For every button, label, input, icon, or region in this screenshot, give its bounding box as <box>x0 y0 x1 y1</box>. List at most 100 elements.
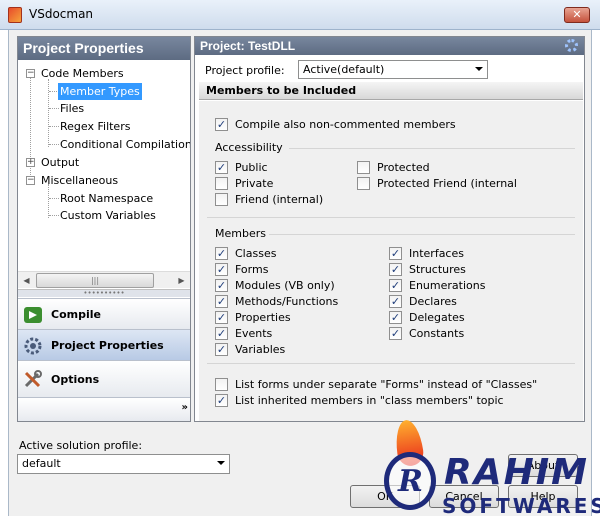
window-title: VSdocman <box>29 7 94 21</box>
solution-profile-value: default <box>22 457 61 470</box>
checkbox-label: Methods/Functions <box>235 295 339 308</box>
gear-icon <box>24 337 42 355</box>
nav-more-button[interactable]: » <box>18 397 190 421</box>
checkbox-box: ✓ <box>215 118 228 131</box>
nav-compile-label: Compile <box>51 308 101 321</box>
nav-options-label: Options <box>51 373 100 386</box>
cancel-button[interactable]: Cancel <box>429 485 499 508</box>
collapse-icon[interactable]: − <box>26 69 35 78</box>
checkbox-box: ✓ <box>215 161 228 174</box>
checkbox-box: ✓ <box>215 343 228 356</box>
tree-item-root-namespace[interactable]: Root Namespace <box>60 190 153 207</box>
checkbox-box <box>357 177 370 190</box>
tree-line <box>49 144 59 145</box>
close-button[interactable]: ✕ <box>564 7 590 23</box>
help-button[interactable]: Help <box>508 485 578 508</box>
checkbox-label: Compile also non-commented members <box>235 118 456 131</box>
group-divider <box>207 363 575 364</box>
checkbox-box: ✓ <box>389 327 402 340</box>
scrollbar-thumb[interactable]: ||| <box>36 273 154 288</box>
compile-arrow-icon <box>24 307 42 323</box>
checkbox-label: Private <box>235 177 274 190</box>
solution-profile-dropdown[interactable]: default <box>17 454 230 474</box>
tree-item-code-members[interactable]: Code Members <box>41 65 124 82</box>
group-divider <box>289 148 575 149</box>
tree-line <box>49 126 59 127</box>
scroll-right-icon[interactable]: ▶ <box>173 272 190 289</box>
checkbox-box: ✓ <box>389 279 402 292</box>
checkbox-box <box>215 193 228 206</box>
checkbox-box: ✓ <box>389 263 402 276</box>
collapse-icon[interactable]: − <box>26 176 35 185</box>
checkbox-box: ✓ <box>215 311 228 324</box>
right-panel: Project: TestDLL Project profile: Active… <box>194 36 585 422</box>
accessibility-group-title: Accessibility <box>215 141 283 154</box>
members-settings-body: ✓ Compile also non-commented members Acc… <box>199 101 583 421</box>
checkbox-box: ✓ <box>389 247 402 260</box>
checkbox-label: Enumerations <box>409 279 486 292</box>
horizontal-scrollbar[interactable]: ◀ ||| ▶ <box>18 271 190 288</box>
checkbox-box: ✓ <box>389 311 402 324</box>
checkbox-label: Protected <box>377 161 430 174</box>
settings-gear-icon[interactable] <box>565 39 578 52</box>
title-bar: VSdocman ✕ <box>0 0 600 30</box>
tree-item-conditional-compilation[interactable]: Conditional Compilation <box>60 136 190 153</box>
checkbox-label: List inherited members in "class members… <box>235 394 504 407</box>
nav-project-properties-button[interactable]: Project Properties <box>18 329 190 360</box>
about-button[interactable]: About <box>508 454 578 477</box>
checkbox-box: ✓ <box>389 295 402 308</box>
nav-compile-button[interactable]: Compile <box>18 298 190 329</box>
tree-item-output[interactable]: Output <box>41 154 79 171</box>
tree-line <box>48 184 49 218</box>
tree-item-custom-variables[interactable]: Custom Variables <box>60 207 156 224</box>
tools-icon <box>24 370 42 388</box>
checkbox-label: Friend (internal) <box>235 193 324 206</box>
checkbox-box: ✓ <box>215 279 228 292</box>
tree-item-regex-filters[interactable]: Regex Filters <box>60 118 130 135</box>
app-icon <box>8 7 22 23</box>
left-panel: Project Properties − Code Members Member… <box>17 36 191 422</box>
tree-item-miscellaneous[interactable]: Miscellaneous <box>41 172 118 189</box>
checkbox-label: Public <box>235 161 268 174</box>
group-divider <box>207 217 575 218</box>
nav-project-properties-label: Project Properties <box>51 339 164 352</box>
scroll-left-icon[interactable]: ◀ <box>18 272 35 289</box>
group-divider <box>269 234 575 235</box>
checkbox-box: ✓ <box>215 247 228 260</box>
tree-item-member-types[interactable]: Member Types <box>58 83 142 100</box>
checkbox-label: Properties <box>235 311 291 324</box>
checkbox-label: Variables <box>235 343 286 356</box>
checkbox-label: List forms under separate "Forms" instea… <box>235 378 538 391</box>
expand-icon[interactable]: + <box>26 158 35 167</box>
nav-options-button[interactable]: Options <box>18 360 190 397</box>
project-title: Project: TestDLL <box>200 39 296 53</box>
checkbox-box: ✓ <box>215 263 228 276</box>
project-profile-value: Active(default) <box>303 63 385 76</box>
tree-line <box>48 79 49 147</box>
checkbox-label: Modules (VB only) <box>235 279 335 292</box>
dialog-client: Project Properties − Code Members Member… <box>8 30 592 516</box>
members-group-title: Members <box>215 227 266 240</box>
checkbox-label: Delegates <box>409 311 465 324</box>
settings-tree[interactable]: − Code Members Member Types Files Regex … <box>18 61 190 271</box>
left-panel-header: Project Properties <box>18 37 190 60</box>
ok-button[interactable]: OK <box>350 485 420 508</box>
project-header: Project: TestDLL <box>195 37 584 55</box>
checkbox-label: Structures <box>409 263 466 276</box>
checkbox-label: Events <box>235 327 273 340</box>
chevron-down-icon <box>475 67 483 71</box>
tree-line <box>49 198 59 199</box>
solution-profile-label: Active solution profile: <box>19 439 143 452</box>
checkbox-box: ✓ <box>215 327 228 340</box>
project-profile-dropdown[interactable]: Active(default) <box>298 60 488 79</box>
checkbox-label: Classes <box>235 247 277 260</box>
panel-splitter[interactable]: •••••••••• <box>18 289 190 297</box>
checkbox-label: Forms <box>235 263 269 276</box>
checkbox-box <box>215 378 228 391</box>
checkbox-box <box>357 161 370 174</box>
checkbox-box: ✓ <box>215 394 228 407</box>
checkbox-label: Declares <box>409 295 457 308</box>
chevron-down-icon <box>217 461 225 465</box>
section-header: Members to be Included <box>199 82 583 100</box>
tree-item-files[interactable]: Files <box>60 100 84 117</box>
